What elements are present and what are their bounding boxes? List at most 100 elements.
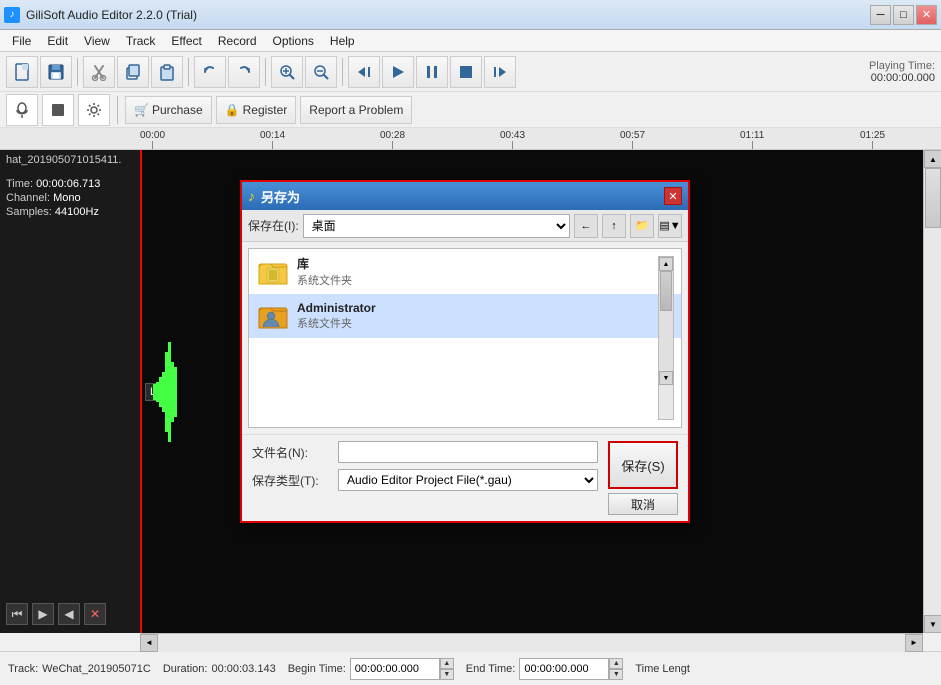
scroll-up[interactable]: ▲ [924,150,941,168]
end-label: End Time: [466,663,516,675]
end-time-input[interactable] [519,658,609,680]
dialog-save-button[interactable]: 保存(S) [608,441,678,489]
waveform-visual [150,150,180,633]
samples-info: Samples: 44100Hz [6,206,134,218]
maximize-button[interactable]: □ [893,5,914,25]
purchase-button[interactable]: 🛒 Purchase [125,96,212,124]
begin-time-input[interactable] [350,658,440,680]
paste-button[interactable] [151,56,183,88]
dialog-scrollbar[interactable]: ▲ ▼ [658,256,674,420]
tick-1: 00:14 [260,130,285,149]
filename-label: 文件名(N): [252,444,332,461]
vertical-scrollbar[interactable]: ▲ ▼ [923,150,941,633]
transport-skip-start[interactable]: ⏮ [6,603,28,625]
filetype-dropdown[interactable]: Audio Editor Project File(*.gau) [338,469,598,491]
duration-field: Duration: 00:00:03.143 [163,663,276,675]
dialog-title-bar[interactable]: ♪ 另存为 ✕ [242,182,688,210]
save-location-dropdown[interactable]: 桌面 [303,214,570,238]
menu-view[interactable]: View [76,32,118,50]
close-button[interactable]: ✕ [916,5,937,25]
record-mic-button[interactable] [6,94,38,126]
timeline-ruler[interactable]: 00:00 00:14 00:28 00:43 00:57 01:11 01:2… [140,128,941,149]
register-button[interactable]: 🔒 Register [216,96,297,124]
duration-label: Duration: [163,663,208,675]
library-folder-icon [257,256,289,288]
begin-time-down[interactable]: ▼ [440,669,454,680]
length-field: Time Lengt [635,663,690,675]
begin-label: Begin Time: [288,663,346,675]
dlg-scroll-thumb[interactable] [660,271,672,311]
zoom-in-button[interactable] [271,56,303,88]
minimize-button[interactable]: ─ [870,5,891,25]
track-field: Track: WeChat_201905071C [8,663,151,675]
dlg-scroll-up[interactable]: ▲ [659,257,673,271]
lock-icon: 🔒 [225,103,240,117]
scroll-left[interactable]: ◄ [140,634,158,652]
toolbar1: Playing Time: 00:00:00.000 [0,52,941,92]
menu-edit[interactable]: Edit [39,32,76,50]
dialog-cancel-button[interactable]: 取消 [608,493,678,515]
pause-button[interactable] [416,56,448,88]
nav-up-button[interactable]: ↑ [602,214,626,238]
duration-value: 00:00:03.143 [211,663,275,675]
scroll-thumb[interactable] [925,168,941,228]
channel-info: Channel: Mono [6,192,134,204]
begin-field: Begin Time: ▲ ▼ [288,658,454,680]
menu-help[interactable]: Help [322,32,363,50]
settings-button[interactable] [78,94,110,126]
cut-button[interactable] [83,56,115,88]
play-button[interactable] [382,56,414,88]
menu-bar: File Edit View Track Effect Record Optio… [0,30,941,52]
transport-play[interactable]: ▶ [32,603,54,625]
record-stop-button[interactable] [42,94,74,126]
save-button[interactable] [40,56,72,88]
menu-effect[interactable]: Effect [163,32,209,50]
new-button[interactable] [6,56,38,88]
tick-2: 00:28 [380,130,405,149]
transport-close[interactable]: ✕ [84,603,106,625]
transport-rewind[interactable]: ◀ [58,603,80,625]
admin-folder-icon [257,300,289,332]
report-problem-button[interactable]: Report a Problem [300,96,412,124]
app-icon: ♪ [4,7,20,23]
tick-4: 00:57 [620,130,645,149]
skip-end-button[interactable] [484,56,516,88]
end-time-down[interactable]: ▼ [609,669,623,680]
playing-time-display: Playing Time: 00:00:00.000 [869,60,935,84]
redo-button[interactable] [228,56,260,88]
toolbar2: 🛒 Purchase 🔒 Register Report a Problem [0,92,941,128]
nav-new-folder-button[interactable]: 📁 [630,214,654,238]
file-item-administrator[interactable]: Administrator 系统文件夹 [249,294,681,338]
library-name: 库 [297,255,352,272]
undo-button[interactable] [194,56,226,88]
scroll-track[interactable] [924,168,941,615]
tick-6: 01:25 [860,130,885,149]
stop-button[interactable] [450,56,482,88]
zoom-out-button[interactable] [305,56,337,88]
copy-button[interactable] [117,56,149,88]
library-type: 系统文件夹 [297,272,352,288]
nav-back-button[interactable]: ← [574,214,598,238]
menu-file[interactable]: File [4,32,39,50]
dlg-scroll-track[interactable] [659,271,673,371]
horizontal-scrollbar[interactable]: ◄ ► [140,633,923,651]
tick-0: 00:00 [140,130,165,149]
scroll-down[interactable]: ▼ [924,615,941,633]
menu-options[interactable]: Options [265,32,322,50]
file-item-library[interactable]: 库 系统文件夹 [249,249,681,294]
filename-input[interactable] [338,441,598,463]
dialog-file-list[interactable]: 库 系统文件夹 Administrator 系统文件夹 ▲ [248,248,682,428]
dlg-scroll-down[interactable]: ▼ [659,371,673,385]
menu-track[interactable]: Track [118,32,164,50]
menu-record[interactable]: Record [210,32,265,50]
nav-view-button[interactable]: ▤▼ [658,214,682,238]
dialog-close-button[interactable]: ✕ [664,187,682,205]
separator5 [117,96,118,124]
skip-start-button[interactable] [348,56,380,88]
scroll-right[interactable]: ► [905,634,923,652]
hscroll-track[interactable] [158,634,905,652]
dialog-title-icon: ♪ [248,188,255,204]
separator2 [188,58,189,86]
info-panel: hat_201905071015411. Time: 00:00:06.713 … [0,150,140,633]
window-title: GiliSoft Audio Editor 2.2.0 (Trial) [26,8,197,22]
